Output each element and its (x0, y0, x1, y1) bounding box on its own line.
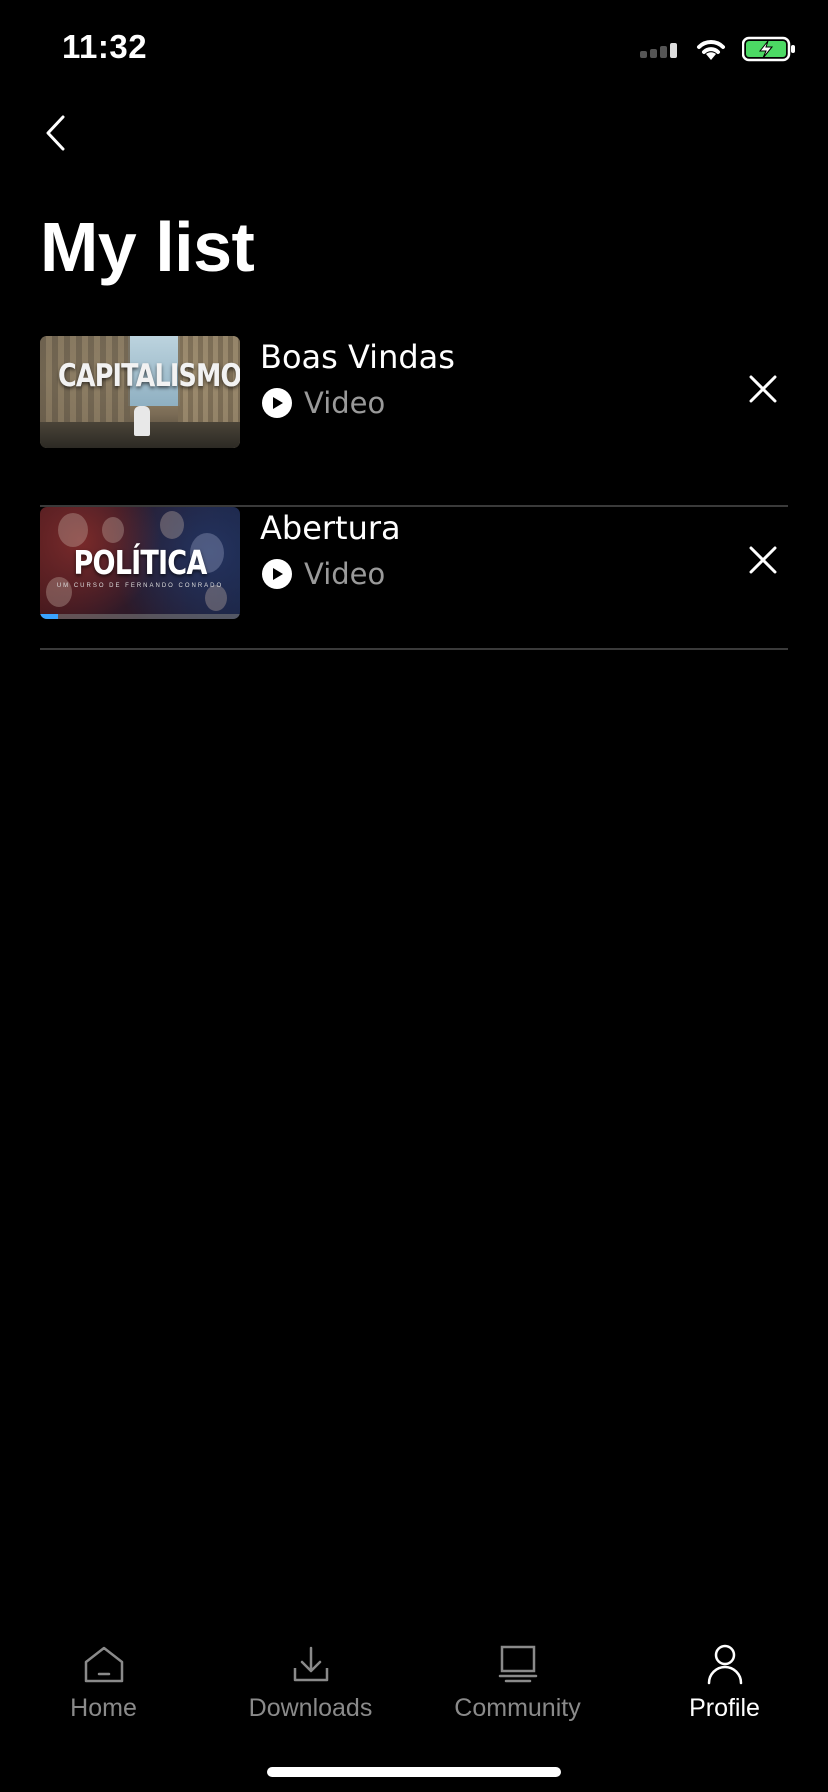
tab-label: Community (454, 1694, 581, 1722)
item-type: Video (304, 557, 386, 591)
item-type: Video (304, 386, 386, 420)
close-icon (748, 545, 778, 580)
battery-charging-icon (741, 36, 796, 67)
thumbnail-title: CAPITALISMO (58, 358, 240, 394)
tab-profile[interactable]: Profile (621, 1630, 828, 1730)
status-bar: 11:32 (0, 0, 828, 100)
close-icon (748, 374, 778, 409)
home-icon (80, 1640, 128, 1688)
play-circle-icon (262, 388, 292, 418)
community-icon (494, 1640, 542, 1688)
list-item[interactable]: POLÍTICA UM CURSO DE FERNANDO CONRADO Ab… (40, 507, 788, 650)
list-item[interactable]: CAPITALISMO Boas Vindas Video (40, 336, 788, 507)
tab-downloads[interactable]: Downloads (207, 1630, 414, 1730)
watch-progress-fill (40, 614, 58, 619)
remove-button[interactable] (738, 537, 788, 587)
tab-home[interactable]: Home (0, 1630, 207, 1730)
status-icons (640, 36, 796, 67)
video-thumbnail[interactable]: POLÍTICA UM CURSO DE FERNANDO CONRADO (40, 507, 240, 619)
my-list: CAPITALISMO Boas Vindas Video (40, 336, 788, 507)
wifi-icon (694, 36, 728, 67)
profile-icon (701, 1640, 749, 1688)
tab-community[interactable]: Community (414, 1630, 621, 1730)
item-meta: Video (262, 557, 385, 591)
page-title: My list (40, 208, 255, 286)
my-list-continued: POLÍTICA UM CURSO DE FERNANDO CONRADO Ab… (40, 507, 788, 650)
item-title[interactable]: Boas Vindas (260, 338, 455, 376)
tab-label: Downloads (248, 1694, 373, 1722)
watch-progress-bar (40, 614, 240, 619)
remove-button[interactable] (738, 366, 788, 416)
tab-label: Profile (689, 1694, 760, 1722)
back-button[interactable] (30, 110, 80, 160)
item-title[interactable]: Abertura (260, 509, 401, 547)
download-icon (287, 1640, 335, 1688)
play-circle-icon (262, 559, 292, 589)
chevron-left-icon (43, 113, 67, 158)
home-indicator[interactable] (267, 1767, 561, 1777)
thumbnail-subtitle: UM CURSO DE FERNANDO CONRADO (56, 583, 224, 589)
cellular-signal-icon (640, 39, 680, 64)
status-time: 11:32 (62, 28, 148, 65)
tab-label: Home (70, 1694, 137, 1722)
thumbnail-title: POLÍTICA (73, 543, 208, 582)
tab-bar: Home Downloads Community Profile (0, 1630, 828, 1730)
video-thumbnail[interactable]: CAPITALISMO (40, 336, 240, 448)
item-meta: Video (262, 386, 385, 420)
